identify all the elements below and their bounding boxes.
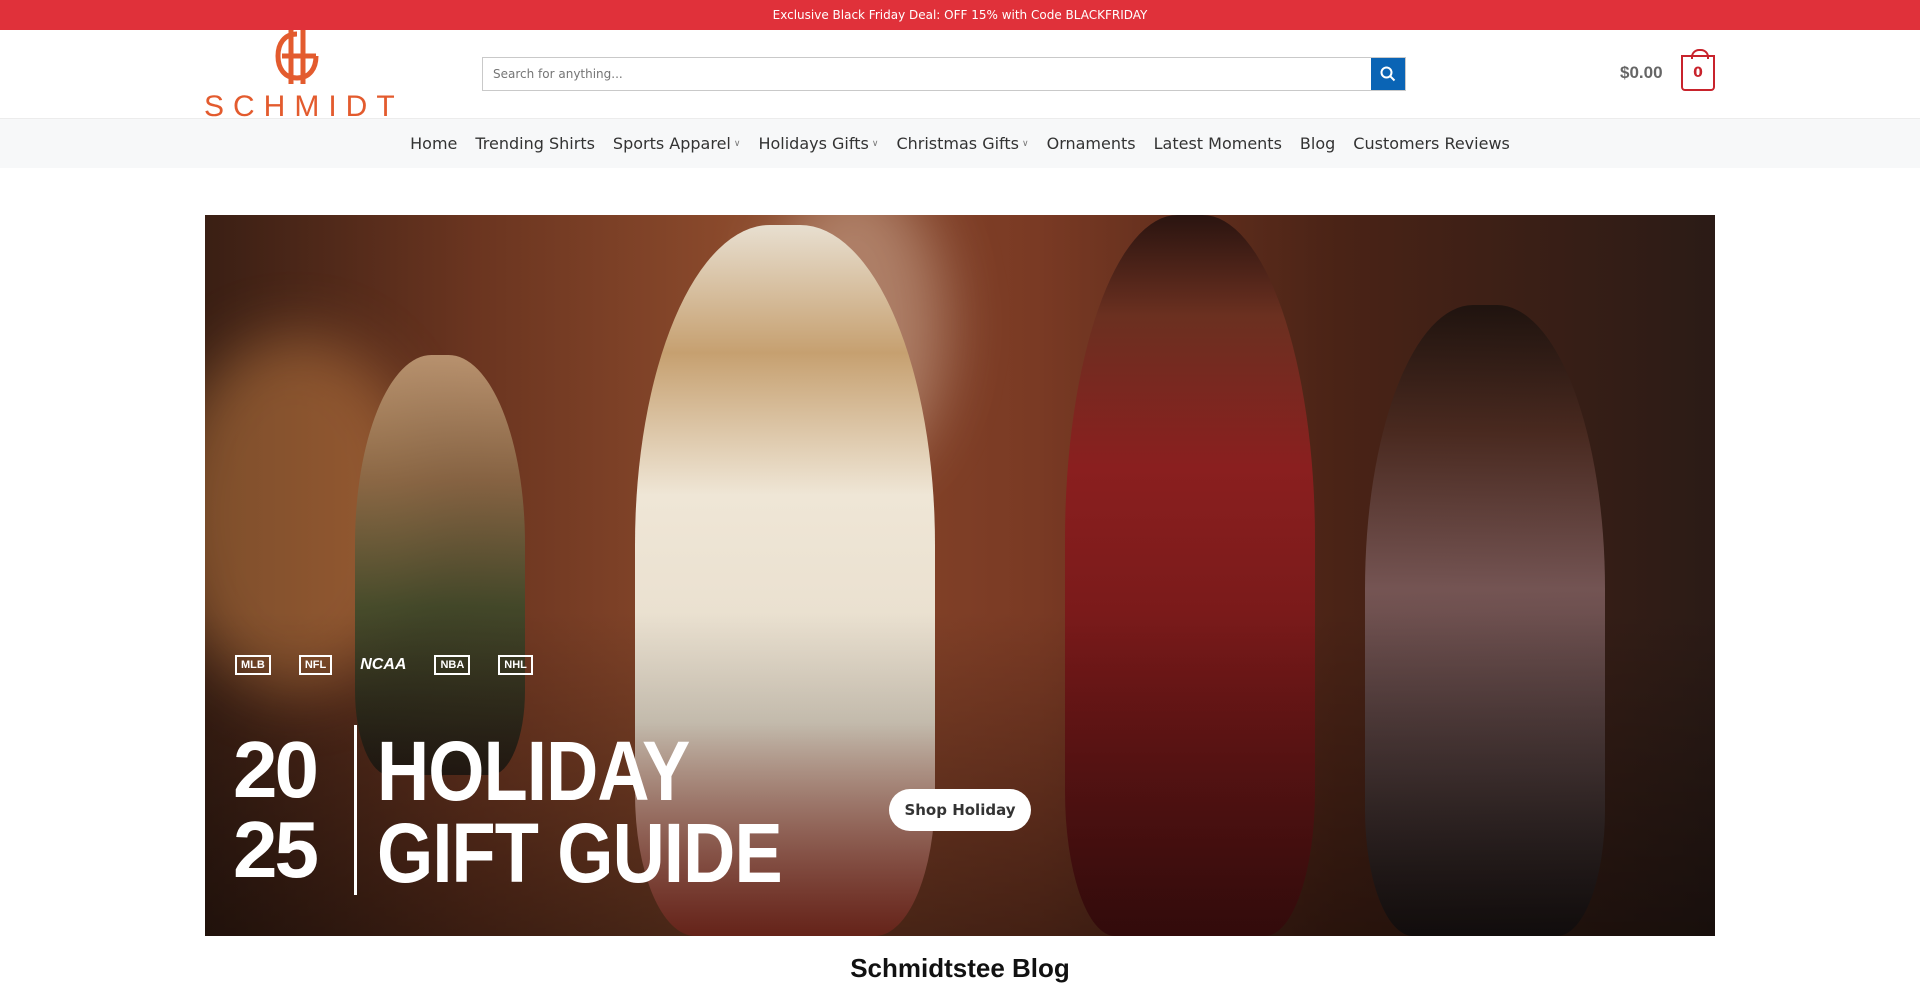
nav-item-customers-reviews[interactable]: Customers Reviews [1344, 134, 1519, 153]
logo-mark-icon [275, 30, 319, 84]
nav-item-home[interactable]: Home [401, 134, 466, 153]
cart-icon[interactable]: 0 [1681, 49, 1715, 91]
nav-item-trending-shirts[interactable]: Trending Shirts [466, 134, 604, 153]
chevron-down-icon: ∨ [1022, 138, 1029, 149]
hero-year: 20 25 [233, 725, 319, 894]
nav-item-blog[interactable]: Blog [1291, 134, 1344, 153]
nav-item-sports-apparel[interactable]: Sports Apparel ∨ [604, 134, 750, 153]
mlb-logo: MLB [235, 655, 271, 675]
main-nav: Home Trending Shirts Sports Apparel ∨ Hol… [0, 118, 1920, 168]
shop-holiday-button[interactable]: Shop Holiday [889, 789, 1031, 831]
search-button[interactable] [1371, 58, 1405, 90]
section-title: Schmidtstee Blog [850, 953, 1070, 983]
site-logo[interactable]: SCHMIDT [204, 30, 395, 123]
chevron-down-icon: ∨ [733, 138, 741, 149]
nba-logo: NBA [434, 655, 471, 675]
chevron-down-icon: ∨ [871, 138, 879, 149]
cart-total[interactable]: $0.00 [1620, 63, 1663, 83]
site-header: SCHMIDT $0.00 0 [0, 30, 1920, 123]
promo-text: Exclusive Black Friday Deal: OFF 15% wit… [772, 8, 1148, 22]
nav-item-christmas-gifts[interactable]: Christmas Gifts ∨ [887, 134, 1037, 153]
hero-headline: HOLIDAY GIFT GUIDE [377, 724, 783, 900]
nhl-logo: NHL [498, 655, 533, 675]
hero-divider [354, 725, 357, 895]
search-icon [1380, 66, 1396, 82]
nfl-logo: NFL [298, 655, 333, 675]
promo-bar: Exclusive Black Friday Deal: OFF 15% wit… [0, 0, 1920, 30]
search-input[interactable] [483, 58, 1371, 90]
ncaa-logo: NCAA [360, 656, 407, 673]
league-logos: MLB NFL NCAA NBA NHL [235, 655, 533, 675]
nav-item-latest-moments[interactable]: Latest Moments [1145, 134, 1291, 153]
hero-banner[interactable]: MLB NFL NCAA NBA NHL 20 25 HOLIDAY GIFT … [205, 215, 1715, 936]
nav-item-ornaments[interactable]: Ornaments [1038, 134, 1145, 153]
nav-item-holidays-gifts[interactable]: Holidays Gifts ∨ [749, 134, 887, 153]
cart-count: 0 [1693, 65, 1703, 81]
search-bar [482, 57, 1406, 91]
